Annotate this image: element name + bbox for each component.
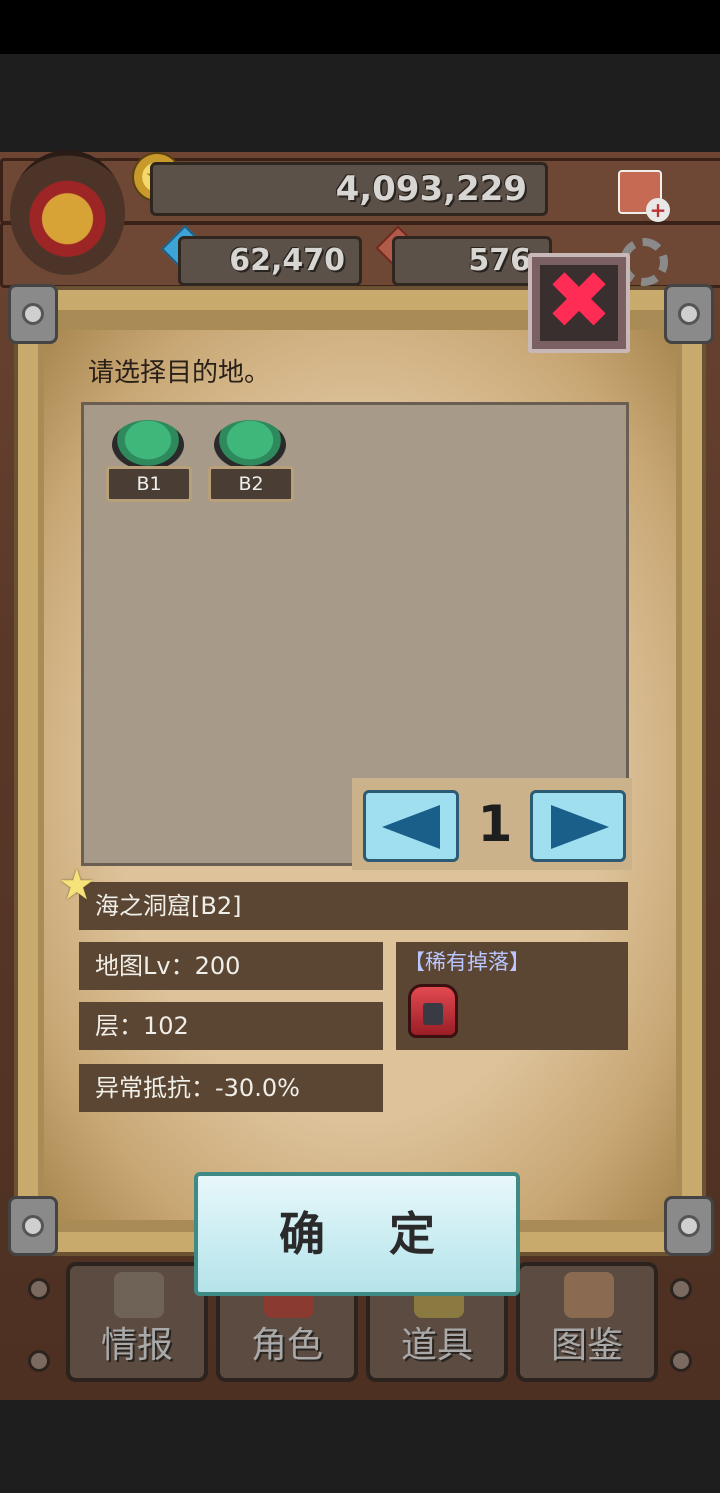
selected-map-name: 海之洞窟[B2] bbox=[79, 882, 628, 930]
dungeon-portal-icon bbox=[112, 420, 184, 470]
gold-counter: 4,093,229 bbox=[150, 162, 548, 216]
treasure-chest-icon[interactable] bbox=[10, 150, 125, 275]
tab-label: 图鉴 bbox=[550, 1325, 623, 1366]
info-shirt-icon bbox=[114, 1272, 164, 1318]
page-number: 1 bbox=[477, 795, 513, 853]
rivet-icon bbox=[670, 1278, 692, 1300]
frame-bolt-icon bbox=[8, 284, 58, 344]
next-page-button[interactable] bbox=[530, 790, 626, 862]
map-item-b2[interactable]: B2 bbox=[208, 420, 294, 510]
tab-info[interactable]: 情报 bbox=[66, 1262, 208, 1382]
blue-gem-counter: 62,470 bbox=[178, 236, 362, 286]
book-icon bbox=[564, 1272, 614, 1318]
close-button[interactable]: ✖ bbox=[528, 253, 630, 353]
map-level: 地图Lv：200 bbox=[79, 942, 383, 990]
tab-label: 道具 bbox=[400, 1325, 473, 1366]
dungeon-portal-icon bbox=[214, 420, 286, 470]
tab-encyclopedia[interactable]: 图鉴 bbox=[516, 1262, 658, 1382]
dialog-title: 请选择目的地。 bbox=[88, 358, 271, 388]
arrow-right-icon bbox=[551, 805, 609, 849]
tab-label: 情报 bbox=[100, 1325, 173, 1366]
frame-bolt-icon bbox=[664, 284, 714, 344]
prev-page-button[interactable] bbox=[363, 790, 459, 862]
rivet-icon bbox=[28, 1350, 50, 1372]
system-nav-area bbox=[0, 1400, 720, 1493]
rivet-icon bbox=[670, 1350, 692, 1372]
favorite-star-icon[interactable]: ★ bbox=[58, 860, 96, 909]
tab-label: 角色 bbox=[250, 1325, 323, 1366]
arrow-left-icon bbox=[382, 805, 440, 849]
floor-count: 层：102 bbox=[79, 1002, 383, 1050]
buy-gems-icon[interactable]: + bbox=[618, 170, 670, 222]
confirm-button[interactable]: 确 定 bbox=[194, 1172, 520, 1296]
rare-drop-label: 【稀有掉落】 bbox=[404, 950, 530, 974]
map-item-b1[interactable]: B1 bbox=[106, 420, 192, 510]
red-armor-icon[interactable] bbox=[408, 984, 458, 1038]
frame-bolt-icon bbox=[664, 1196, 714, 1256]
frame-bolt-icon bbox=[8, 1196, 58, 1256]
rare-drop-box: 【稀有掉落】 bbox=[396, 942, 628, 1050]
status-resistance: 异常抵抗：-30.0% bbox=[79, 1064, 383, 1112]
close-icon: ✖ bbox=[545, 254, 613, 347]
map-item-label: B2 bbox=[208, 466, 294, 502]
map-item-label: B1 bbox=[106, 466, 192, 502]
rivet-icon bbox=[28, 1278, 50, 1300]
top-status-area bbox=[0, 0, 720, 54]
